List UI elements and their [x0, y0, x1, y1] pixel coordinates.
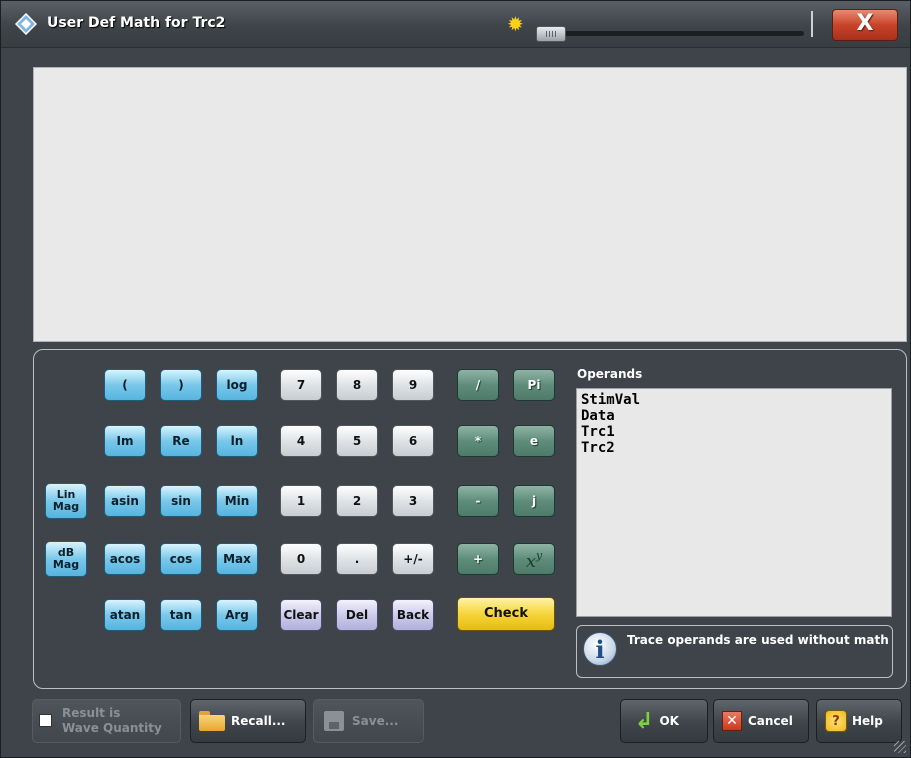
- result-is-wave-label-line2: Wave Quantity: [62, 721, 162, 735]
- result-is-wave-quantity-toggle[interactable]: Result is Wave Quantity: [32, 699, 181, 743]
- key-del[interactable]: Del: [336, 599, 378, 631]
- key-max[interactable]: Max: [216, 543, 258, 575]
- key-atan[interactable]: atan: [104, 599, 146, 631]
- expression-editor[interactable]: [33, 67, 907, 342]
- power-label: xy: [526, 549, 543, 571]
- key-open-paren[interactable]: (: [104, 369, 146, 401]
- cancel-x-icon: ✕: [722, 711, 742, 731]
- key-ln[interactable]: ln: [216, 425, 258, 457]
- key-sin[interactable]: sin: [160, 485, 202, 517]
- key-db-mag[interactable]: dB Mag: [45, 541, 87, 577]
- ok-label: OK: [659, 714, 679, 728]
- key-close-paren[interactable]: ): [160, 369, 202, 401]
- cancel-label: Cancel: [748, 714, 793, 728]
- key-minus[interactable]: -: [457, 485, 499, 517]
- key-cos[interactable]: cos: [160, 543, 202, 575]
- list-item[interactable]: Data: [581, 408, 887, 424]
- save-button[interactable]: Save...: [313, 699, 424, 743]
- power-base: x: [525, 551, 536, 572]
- help-label: Help: [852, 714, 883, 728]
- save-label: Save...: [352, 714, 399, 728]
- save-disk-icon: [324, 711, 344, 731]
- key-1[interactable]: 1: [280, 485, 322, 517]
- key-j[interactable]: j: [513, 485, 555, 517]
- key-clear[interactable]: Clear: [280, 599, 322, 631]
- key-2[interactable]: 2: [336, 485, 378, 517]
- wave-quantity-checkbox[interactable]: [39, 714, 52, 727]
- key-lin-mag[interactable]: Lin Mag: [45, 483, 87, 519]
- key-6[interactable]: 6: [392, 425, 434, 457]
- key-4[interactable]: 4: [280, 425, 322, 457]
- info-icon: i: [583, 632, 617, 666]
- key-3[interactable]: 3: [392, 485, 434, 517]
- title-separator: [811, 11, 813, 37]
- key-re[interactable]: Re: [160, 425, 202, 457]
- list-item[interactable]: StimVal: [581, 392, 887, 408]
- key-multiply[interactable]: *: [457, 425, 499, 457]
- close-button[interactable]: X: [832, 9, 898, 41]
- key-decimal[interactable]: .: [336, 543, 378, 575]
- key-im[interactable]: Im: [104, 425, 146, 457]
- key-0[interactable]: 0: [280, 543, 322, 575]
- key-power[interactable]: xy: [513, 543, 555, 575]
- list-item[interactable]: Trc1: [581, 424, 887, 440]
- title-bar[interactable]: User Def Math for Trc2 ✹ X: [1, 1, 910, 48]
- key-acos[interactable]: acos: [104, 543, 146, 575]
- resize-grip[interactable]: [894, 741, 906, 753]
- list-item[interactable]: Trc2: [581, 440, 887, 456]
- brightness-slider-handle[interactable]: [536, 26, 566, 42]
- ok-button[interactable]: ↲ OK: [620, 699, 708, 743]
- key-pi[interactable]: Pi: [513, 369, 555, 401]
- folder-icon: [199, 711, 225, 731]
- key-7[interactable]: 7: [280, 369, 322, 401]
- ok-arrow-icon: ↲: [635, 708, 654, 734]
- sun-icon: ✹: [507, 12, 524, 36]
- key-min[interactable]: Min: [216, 485, 258, 517]
- key-5[interactable]: 5: [336, 425, 378, 457]
- recall-button[interactable]: Recall...: [190, 699, 306, 743]
- result-is-wave-label-line1: Result is: [62, 706, 121, 720]
- key-asin[interactable]: asin: [104, 485, 146, 517]
- key-e[interactable]: e: [513, 425, 555, 457]
- key-divide[interactable]: /: [457, 369, 499, 401]
- key-tan[interactable]: tan: [160, 599, 202, 631]
- key-8[interactable]: 8: [336, 369, 378, 401]
- power-exponent: y: [535, 549, 543, 562]
- help-button[interactable]: ? Help: [816, 699, 902, 743]
- recall-label: Recall...: [231, 714, 286, 728]
- operands-label: Operands: [577, 367, 643, 381]
- app-logo-icon: [15, 13, 37, 35]
- key-plus-minus[interactable]: +/-: [392, 543, 434, 575]
- key-log[interactable]: log: [216, 369, 258, 401]
- key-back[interactable]: Back: [392, 599, 434, 631]
- cancel-button[interactable]: ✕ Cancel: [713, 699, 809, 743]
- window-title: User Def Math for Trc2: [47, 15, 226, 31]
- brightness-slider-track[interactable]: [539, 31, 804, 36]
- key-arg[interactable]: Arg: [216, 599, 258, 631]
- check-button[interactable]: Check: [457, 597, 555, 631]
- key-plus[interactable]: +: [457, 543, 499, 575]
- dialog-window: User Def Math for Trc2 ✹ X ( ) log Im Re…: [0, 0, 911, 758]
- close-icon: X: [856, 11, 874, 36]
- help-icon: ?: [825, 710, 847, 732]
- key-9[interactable]: 9: [392, 369, 434, 401]
- operands-list[interactable]: StimVal Data Trc1 Trc2: [576, 388, 892, 617]
- info-message: Trace operands are used without math: [627, 633, 889, 647]
